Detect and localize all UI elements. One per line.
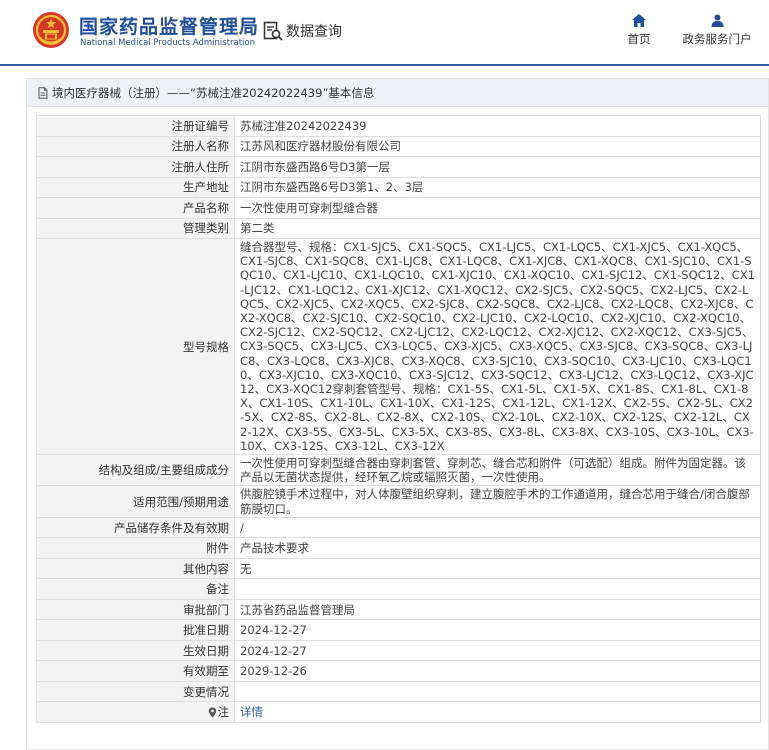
row-label: 适用范围/预期用途 (36, 485, 235, 518)
row-value: 江阴市东盛西路6号D3第1、2、3层 (234, 176, 761, 198)
table-row: 审批部门 江苏省药品监督管理局 (36, 598, 761, 621)
registration-detail-table: 注册证编号 苏械注准20242022439 注册人名称 江苏风和医疗器材股份有限… (36, 115, 761, 723)
row-value: 2024-12-27 (234, 639, 761, 662)
row-label: 审批部门 (36, 598, 235, 621)
details-link[interactable]: 详情 (240, 705, 263, 719)
location-pin-icon (208, 707, 216, 718)
table-row: 变更情况 (36, 680, 761, 703)
row-label: 注册人名称 (36, 135, 235, 157)
home-icon (632, 14, 646, 27)
row-value: 苏械注准20242022439 (234, 115, 761, 137)
row-value: 供腹腔镜手术过程中，对人体腹壁组织穿刺，建立腹腔手术的工作通道用，缝合芯用于缝合… (234, 485, 761, 518)
detail-panel: 境内医疗器械（注册）——“苏械注准20242022439”基本信息 注册证编号 … (26, 78, 769, 750)
search-document-icon (263, 21, 283, 41)
row-label: 注册人住所 (36, 156, 235, 178)
nav-home[interactable]: 首页 (624, 14, 654, 47)
table-row: 管理类别 第二类 (36, 217, 761, 239)
row-label: 其他内容 (36, 557, 235, 580)
site-name-en[interactable]: National Medical Products Administration (80, 38, 255, 48)
row-value (234, 680, 761, 703)
note-label: 注 (217, 705, 230, 720)
row-label: 生产地址 (36, 176, 235, 198)
note-value-cell: 详情 (234, 701, 761, 723)
table-row: 其他内容 无 (36, 557, 761, 580)
breadcrumb: 境内医疗器械（注册）——“苏械注准20242022439”基本信息 (27, 79, 768, 107)
nav-gov-service[interactable]: 政务服务门户 (676, 14, 758, 47)
note-label-cell: 注 (36, 701, 235, 723)
row-label: 结构及组成/主要组成成分 (36, 454, 235, 487)
row-value: / (234, 516, 761, 539)
row-value: 第二类 (234, 217, 761, 239)
table-row: 结构及组成/主要组成成分 一次性使用可穿刺型缝合器由穿刺套管、穿刺芯、缝合芯和附… (36, 454, 761, 487)
row-value: 2024-12-27 (234, 619, 761, 641)
row-label: 附件 (36, 537, 235, 559)
row-label: 生效日期 (36, 639, 235, 662)
header-divider (0, 64, 769, 66)
table-row: 注册人名称 江苏风和医疗器材股份有限公司 (36, 135, 761, 157)
row-label: 有效期至 (36, 660, 235, 682)
table-row: 备注 (36, 578, 761, 600)
table-row: 注册证编号 苏械注准20242022439 (36, 115, 761, 137)
row-value: 产品技术要求 (234, 537, 761, 559)
row-label: 产品储存条件及有效期 (36, 516, 235, 539)
row-label: 产品名称 (36, 197, 235, 219)
table-row: 注册人住所 江阴市东盛西路6号D3第一层 (36, 156, 761, 178)
table-row: 有效期至 2029-12-26 (36, 660, 761, 682)
row-label: 注册证编号 (36, 115, 235, 137)
row-label: 备注 (36, 578, 235, 600)
breadcrumb-text: 境内医疗器械（注册）——“苏械注准20242022439”基本信息 (52, 85, 375, 100)
table-row: 适用范围/预期用途 供腹腔镜手术过程中，对人体腹壁组织穿刺，建立腹腔手术的工作通… (36, 485, 761, 518)
table-row: 产品名称 一次性使用可穿刺型缝合器 (36, 197, 761, 219)
table-row-note: 注 详情 (36, 701, 761, 723)
row-label: 型号规格 (36, 237, 235, 456)
row-label: 批准日期 (36, 619, 235, 641)
row-value: 江苏省药品监督管理局 (234, 598, 761, 621)
table-row: 生效日期 2024-12-27 (36, 639, 761, 662)
row-label: 管理类别 (36, 217, 235, 239)
site-header: 国家药品监督管理局 National Medical Products Admi… (0, 0, 769, 64)
user-icon (711, 14, 723, 27)
nav-gov-label: 政务服务门户 (682, 32, 752, 46)
row-value: 无 (234, 557, 761, 580)
document-icon (38, 86, 48, 99)
row-value (234, 578, 761, 600)
national-emblem-icon (33, 12, 69, 48)
row-label: 变更情况 (36, 680, 235, 703)
table-row: 产品储存条件及有效期 / (36, 516, 761, 539)
row-value: 一次性使用可穿刺型缝合器由穿刺套管、穿刺芯、缝合芯和附件（可选配）组成。附件为固… (234, 454, 761, 487)
data-query-label: 数据查询 (286, 24, 342, 40)
table-row: 批准日期 2024-12-27 (36, 619, 761, 641)
table-row: 附件 产品技术要求 (36, 537, 761, 559)
data-query-link[interactable]: 数据查询 (262, 18, 342, 44)
row-value: 一次性使用可穿刺型缝合器 (234, 197, 761, 219)
row-value: 江苏风和医疗器材股份有限公司 (234, 135, 761, 157)
site-name[interactable]: 国家药品监督管理局 (79, 12, 259, 39)
row-value: 江阴市东盛西路6号D3第一层 (234, 156, 761, 178)
row-value: 缝合器型号、规格：CX1-SJC5、CX1-SQC5、CX1-LJC5、CX1-… (234, 237, 761, 456)
row-value: 2029-12-26 (234, 660, 761, 682)
nav-home-label: 首页 (627, 32, 651, 46)
table-row: 型号规格 缝合器型号、规格：CX1-SJC5、CX1-SQC5、CX1-LJC5… (36, 237, 761, 456)
table-row: 生产地址 江阴市东盛西路6号D3第1、2、3层 (36, 176, 761, 198)
